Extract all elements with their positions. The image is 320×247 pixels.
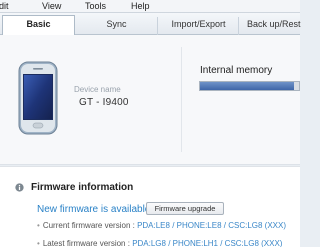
device-name-value: GT - I9400 [79, 97, 129, 108]
internal-memory-bar [199, 81, 300, 91]
current-firmware-label: Current firmware version : [42, 221, 138, 230]
menu-bar: dit View Tools Help [0, 0, 300, 13]
phone-image [18, 61, 58, 135]
latest-firmware-value: PDA:LG8 / PHONE:LH1 / CSC:LG8 (XXX) [132, 239, 283, 247]
tab-import-export[interactable]: Import/Export [159, 17, 239, 35]
bullet-icon: • [37, 221, 40, 230]
info-icon [15, 183, 24, 192]
tab-backup-restore[interactable]: Back up/Rest [240, 17, 302, 35]
tab-sync[interactable]: Sync [76, 17, 158, 35]
firmware-panel: Firmware information New firmware is ava… [0, 166, 300, 247]
device-name-label: Device name [74, 85, 121, 94]
firmware-upgrade-button[interactable]: Firmware upgrade [146, 202, 224, 215]
tab-basic-information[interactable]: Basic information [2, 15, 75, 46]
panel-divider [181, 47, 182, 152]
firmware-info-title: Firmware information [31, 182, 134, 193]
tab-bar: Basic information Sync Import/Export Bac… [0, 13, 302, 46]
menu-view[interactable]: View [42, 1, 61, 11]
current-firmware-line: • Current firmware version : PDA:LE8 / PH… [37, 221, 286, 230]
menu-tools[interactable]: Tools [85, 1, 106, 11]
menu-help[interactable]: Help [131, 1, 150, 11]
bullet-icon: • [37, 239, 40, 247]
menu-edit[interactable]: dit [0, 1, 9, 11]
new-firmware-notice: New firmware is available. [37, 204, 154, 215]
device-panel: Device name GT - I9400 Internal memory [0, 35, 300, 165]
latest-firmware-label: Latest firmware version : [42, 239, 133, 247]
internal-memory-fill [200, 82, 295, 90]
internal-memory-title: Internal memory [200, 65, 273, 76]
current-firmware-value: PDA:LE8 / PHONE:LE8 / CSC:LG8 (XXX) [137, 221, 287, 230]
latest-firmware-line: • Latest firmware version : PDA:LG8 / PHO… [37, 239, 282, 247]
